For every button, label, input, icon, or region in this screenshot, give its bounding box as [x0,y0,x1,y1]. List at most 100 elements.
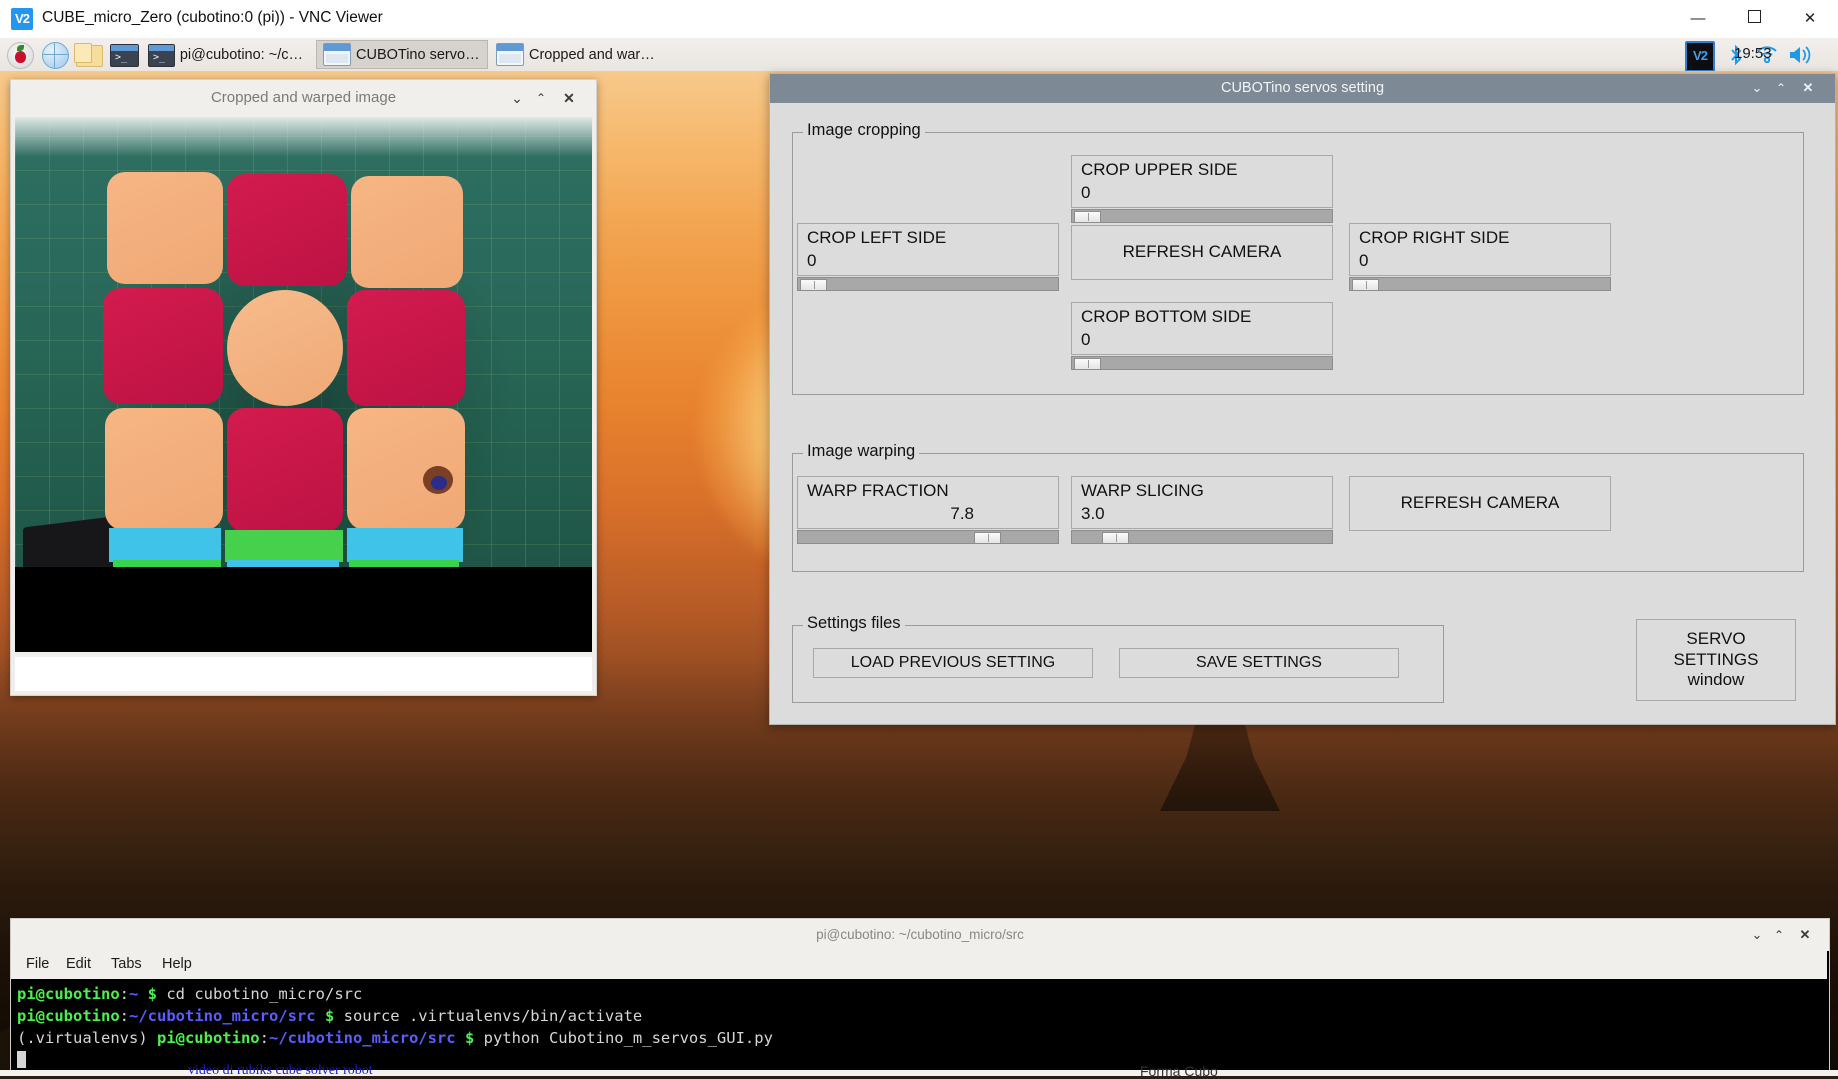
terminal-icon: >_ [148,44,175,67]
crop-left-side-trough[interactable] [797,277,1059,291]
vnc-viewer-titlebar: V2 CUBE_micro_Zero (cubotino:0 (pi)) - V… [0,0,1838,39]
image-black-border [15,567,592,613]
maximize-icon [1747,10,1761,23]
clock[interactable]: 19:53 [1734,45,1838,62]
crop-bottom-side-trough[interactable] [1071,356,1333,370]
image-cropping-group: Image cropping CROP UPPER SIDE 0 CROP LE… [792,121,1804,395]
warp-slicing-label: WARP SLICING [1081,481,1204,500]
menu-item-edit[interactable]: Edit [61,955,96,973]
background-browser-text: Forma Cubo [1140,1063,1218,1079]
group-label-image-cropping: Image cropping [803,121,925,140]
terminal-line: (.virtualenvs) pi@cubotino:~/cubotino_mi… [17,1029,773,1047]
crop-left-side-thumb[interactable] [800,279,827,291]
taskbar-item-label: pi@cubotino: ~/cub… [179,46,308,63]
image-window-maximize-button[interactable]: ⌃ [530,88,552,108]
image-window-titlebar[interactable]: Cropped and warped image ⌄ ⌃ ✕ [11,80,596,117]
terminal-line: pi@cubotino:~/cubotino_micro/src $ sourc… [17,1007,643,1025]
taskbar-item-label: Cropped and warped… [529,46,656,63]
crop-left-side-value: 0 [807,251,817,270]
crop-right-side-value: 0 [1359,251,1369,270]
save-settings-button[interactable]: SAVE SETTINGS [1119,648,1399,678]
terminal-minimize-button[interactable]: ⌄ [1747,926,1767,944]
window-minimize-button[interactable]: — [1670,0,1726,38]
cropped-warped-image-window: Cropped and warped image ⌄ ⌃ ✕ [10,79,597,696]
refresh-camera-button-cropping[interactable]: REFRESH CAMERA [1071,225,1333,280]
rubiks-cube [103,172,465,594]
terminal-line: pi@cubotino:~ $ cd cubotino_micro/src [17,985,363,1003]
crop-bottom-side-box: CROP BOTTOM SIDE 0 [1071,302,1333,355]
crop-bottom-side-thumb[interactable] [1074,358,1101,370]
warp-fraction-box: WARP FRACTION 7.8 [797,476,1059,529]
settings-files-group: Settings files LOAD PREVIOUS SETTING SAV… [792,614,1444,703]
window-icon [323,43,351,66]
crop-left-side-label: CROP LEFT SIDE [807,228,947,247]
crop-right-side-box: CROP RIGHT SIDE 0 [1349,223,1611,276]
warp-fraction-value: 7.8 [950,504,974,523]
warp-fraction-thumb[interactable] [974,532,1001,544]
crop-right-side-trough[interactable] [1349,277,1611,291]
servo-settings-window-button[interactable]: SERVO SETTINGS window [1636,619,1796,701]
vnc-logo-icon: V2 [11,8,33,30]
crop-bottom-side-value: 0 [1081,330,1091,349]
dialog-minimize-button[interactable]: ⌄ [1747,79,1767,97]
taskbar-item-cropped-image[interactable]: Cropped and warped… [490,40,662,69]
servo-button-line3: window [1687,670,1745,690]
menu-item-file[interactable]: File [21,955,54,973]
terminal-maximize-button[interactable]: ⌃ [1769,926,1789,944]
window-maximize-button[interactable] [1726,0,1782,38]
image-warping-group: Image warping WARP FRACTION 7.8 WARP SLI… [792,442,1804,572]
taskbar-item-label: CUBOTino servos se… [356,46,481,63]
terminal-window: pi@cubotino: ~/cubotino_micro/src ⌄ ⌃ ✕ … [10,918,1830,1072]
crop-upper-side-label: CROP UPPER SIDE [1081,160,1238,179]
taskbar-item-cubotino-servos[interactable]: CUBOTino servos se… [316,40,488,69]
dialog-title: CUBOTino servos setting [1220,80,1385,96]
warp-slicing-box: WARP SLICING 3.0 [1071,476,1333,529]
crop-upper-side-thumb[interactable] [1074,211,1101,223]
crop-upper-side-trough[interactable] [1071,209,1333,223]
image-window-footer [15,657,592,691]
web-browser-icon[interactable] [42,42,69,69]
dialog-close-button[interactable]: ✕ [1798,79,1818,97]
crop-right-side-thumb[interactable] [1352,279,1379,291]
image-window-close-button[interactable]: ✕ [558,88,580,108]
menu-item-tabs[interactable]: Tabs [106,955,147,973]
warp-slicing-thumb[interactable] [1102,532,1129,544]
servo-button-line2: SETTINGS [1673,649,1759,669]
dialog-maximize-button[interactable]: ⌃ [1771,79,1791,97]
terminal-close-button[interactable]: ✕ [1795,926,1815,944]
window-close-button[interactable]: ✕ [1782,0,1838,38]
raspberry-menu-icon[interactable] [7,42,34,69]
warp-fraction-trough[interactable] [797,530,1059,544]
taskbar-item-terminal[interactable]: >_ pi@cubotino: ~/cub… [142,40,314,69]
warp-fraction-label: WARP FRACTION [807,481,949,500]
window-icon [496,43,524,66]
vnc-tray-icon[interactable]: V2 [1685,41,1715,72]
file-manager-icon[interactable] [74,42,103,67]
terminal-title: pi@cubotino: ~/cubotino_micro/src [816,927,1024,942]
crop-bottom-side-label: CROP BOTTOM SIDE [1081,307,1252,326]
warp-slicing-value: 3.0 [1081,504,1105,523]
cubotino-servos-setting-dialog: CUBOTino servos setting ⌄ ⌃ ✕ Image crop… [769,73,1836,725]
terminal-menubar: File Edit Tabs Help [11,951,1827,980]
group-label-image-warping: Image warping [803,442,920,461]
background-browser-strip: video di rubiks cube solver robot Forma … [0,1063,1838,1079]
image-window-minimize-button[interactable]: ⌄ [506,88,528,108]
menu-item-help[interactable]: Help [157,955,197,973]
refresh-camera-button-warping[interactable]: REFRESH CAMERA [1349,476,1611,531]
servo-button-line1: SERVO [1686,628,1746,648]
crop-left-side-box: CROP LEFT SIDE 0 [797,223,1059,276]
terminal-launcher-icon[interactable]: >_ [110,42,139,67]
taskbar: >_ >_ pi@cubotino: ~/cub… CUBOTino servo… [0,38,1838,72]
terminal-titlebar[interactable]: pi@cubotino: ~/cubotino_micro/src ⌄ ⌃ ✕ [11,919,1829,951]
vnc-window-title: CUBE_micro_Zero (cubotino:0 (pi)) - VNC … [42,9,383,26]
background-browser-link: video di rubiks cube solver robot [188,1063,373,1078]
crop-right-side-label: CROP RIGHT SIDE [1359,228,1510,247]
crop-upper-side-value: 0 [1081,183,1091,202]
terminal-output[interactable]: pi@cubotino:~ $ cd cubotino_micro/src pi@… [11,979,1827,1069]
load-previous-setting-button[interactable]: LOAD PREVIOUS SETTING [813,648,1093,678]
group-label-settings-files: Settings files [803,614,905,633]
crop-upper-side-box: CROP UPPER SIDE 0 [1071,155,1333,208]
warp-slicing-trough[interactable] [1071,530,1333,544]
dialog-titlebar[interactable]: CUBOTino servos setting ⌄ ⌃ ✕ [770,74,1835,103]
cube-image-canvas [15,117,592,652]
